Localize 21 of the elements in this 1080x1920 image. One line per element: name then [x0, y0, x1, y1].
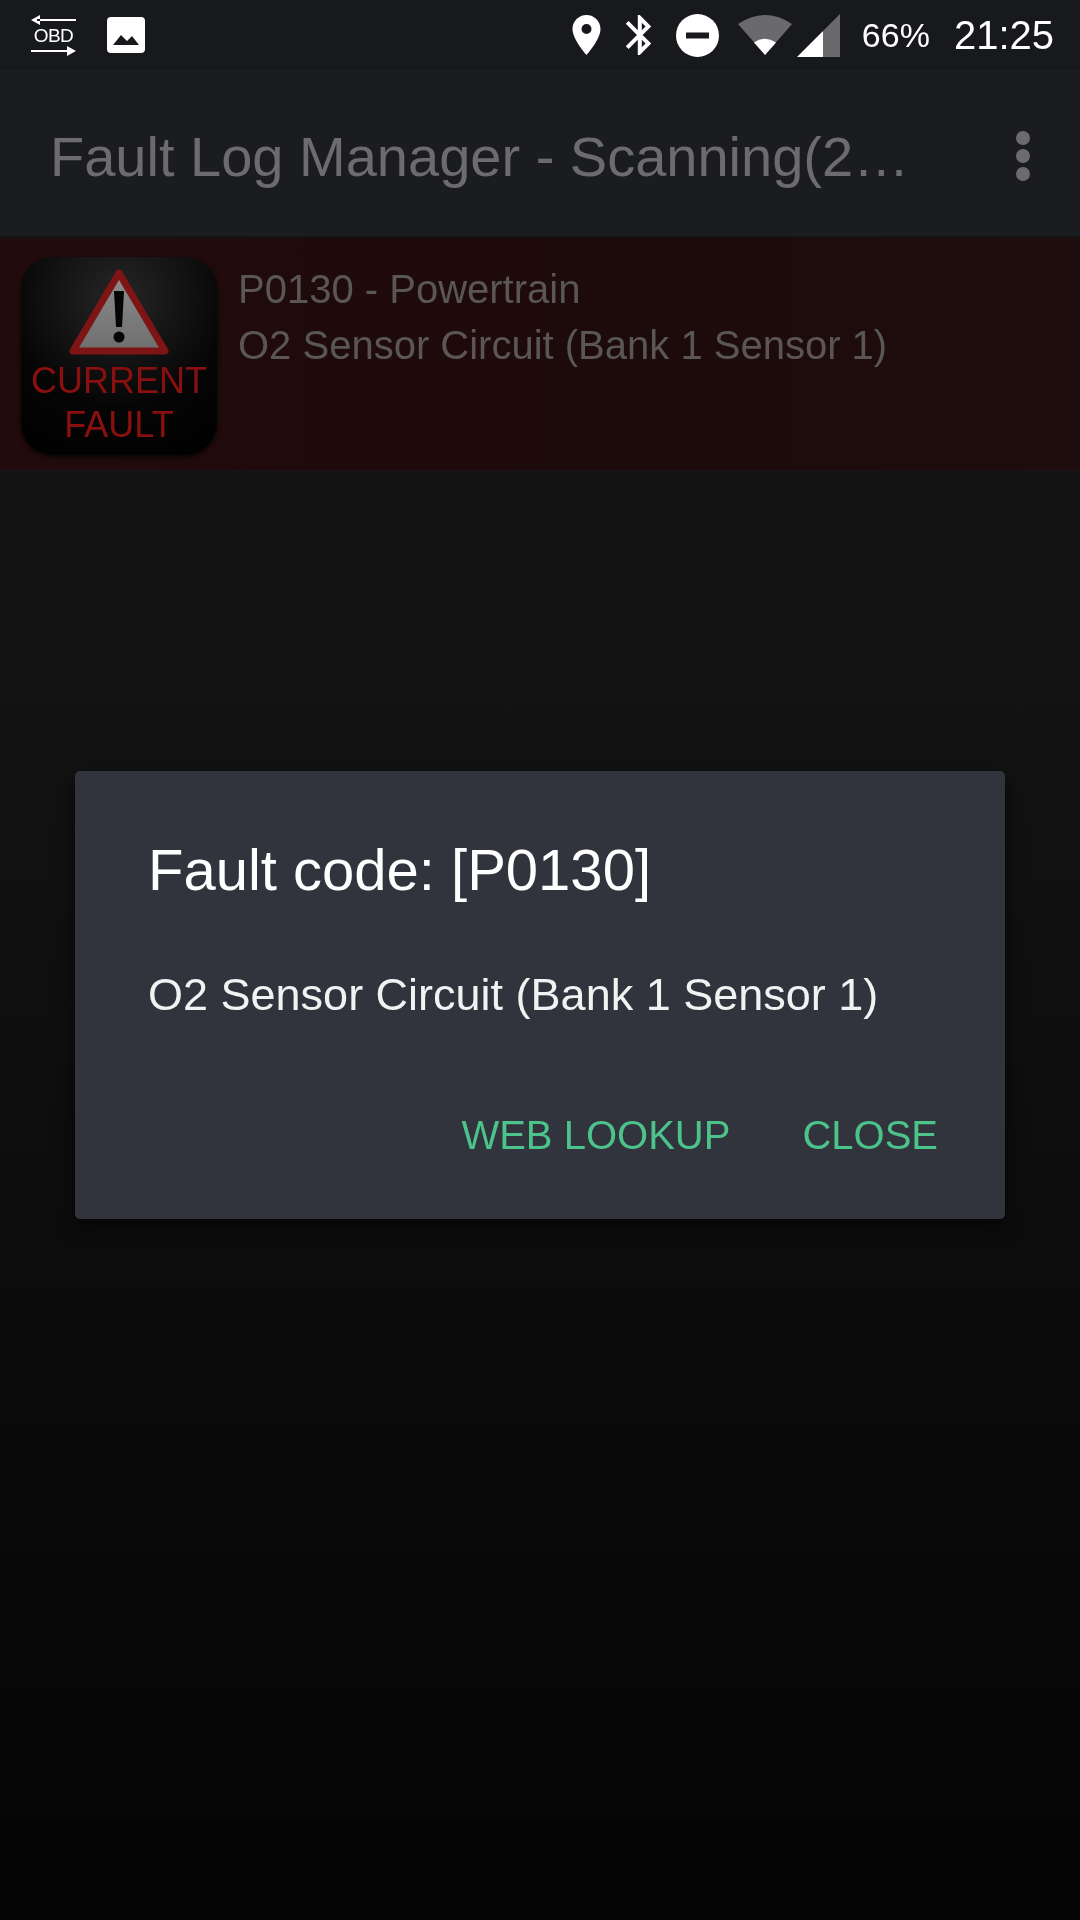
battery-percentage: 66%	[861, 15, 930, 55]
app-title: Fault Log Manager - Scanning(2…	[50, 123, 910, 189]
arrow-left-icon	[31, 14, 76, 25]
clock-time: 21:25	[953, 12, 1054, 58]
arrow-right-icon	[31, 45, 76, 56]
dialog-button[interactable]: WEB LOOKUP	[439, 1101, 753, 1170]
badge-label: CURRENT FAULT	[30, 359, 208, 447]
wifi-icon	[737, 15, 792, 55]
bluetooth-icon	[624, 15, 652, 55]
dialog-title: Fault code: [P0130]	[148, 836, 652, 904]
dialog-message: O2 Sensor Circuit (Bank 1 Sensor 1)	[148, 968, 880, 1022]
obd-label: OBD	[33, 25, 74, 45]
image-icon	[107, 17, 145, 53]
do-not-disturb-icon	[675, 13, 719, 57]
dialog-button[interactable]: CLOSE	[780, 1101, 960, 1170]
menu-dots-icon	[1016, 131, 1030, 181]
location-pin-icon	[571, 15, 601, 55]
cell-signal-icon	[796, 13, 840, 57]
fault-code-text: P0130 - Powertrain	[238, 266, 582, 313]
warning-triangle-icon	[69, 269, 169, 355]
fault-description: O2 Sensor Circuit (Bank 1 Sensor 1)	[238, 322, 888, 369]
